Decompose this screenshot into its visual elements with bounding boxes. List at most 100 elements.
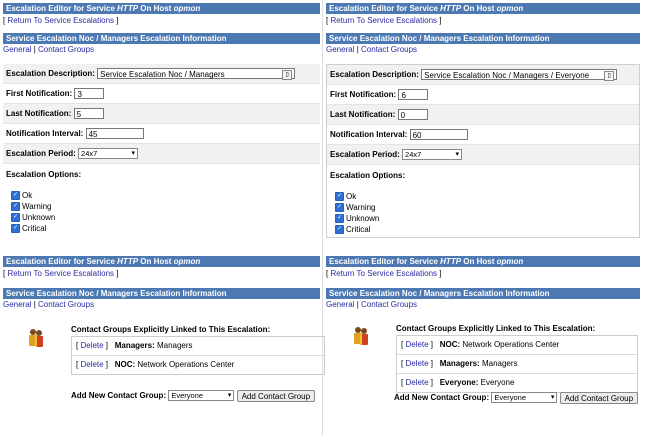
- tab-general[interactable]: General: [326, 45, 354, 54]
- label-escalation-period: Escalation Period:: [330, 150, 400, 159]
- table-row: [ Delete ] Managers: Managers: [397, 355, 637, 374]
- row-description: Escalation Description: Service Escalati…: [3, 64, 320, 84]
- section-title: Service Escalation Noc / Managers Escala…: [3, 33, 320, 44]
- row-first-notification: First Notification: 3: [3, 84, 320, 104]
- add-contact-group-label: Add New Contact Group:: [394, 393, 490, 402]
- notification-interval-input[interactable]: 45: [85, 128, 144, 140]
- field-lock-icon[interactable]: ▯: [282, 70, 293, 81]
- row-first-notification: First Notification: 6: [327, 85, 639, 105]
- contact-groups-table: [ Delete ] Managers: Managers [ Delete ]…: [71, 336, 325, 375]
- return-link[interactable]: Return To Service Escalations: [7, 269, 114, 278]
- table-row: [ Delete ] NOC: Network Operations Cente…: [76, 360, 235, 369]
- table-row: [ Delete ] Managers: Managers: [72, 337, 324, 356]
- label-last-notification: Last Notification:: [330, 110, 396, 119]
- row-escalation-period: Escalation Period: 24x7 ▾: [327, 145, 639, 165]
- contact-group-icon: [29, 329, 43, 347]
- row-notification-interval: Notification Interval: 45: [3, 124, 320, 144]
- first-notification-input[interactable]: 6: [398, 89, 429, 101]
- last-notification-input[interactable]: 5: [73, 108, 104, 120]
- option-critical[interactable]: ✓ Critical: [327, 224, 639, 235]
- label-notification-interval: Notification Interval:: [330, 130, 408, 139]
- notification-interval-input[interactable]: 60: [409, 129, 468, 141]
- row-last-notification: Last Notification: 0: [327, 105, 639, 125]
- label-description: Escalation Description:: [330, 70, 419, 79]
- editor-panel-top-right: Escalation Editor for Service HTTP On Ho…: [326, 3, 640, 238]
- description-input[interactable]: Service Escalation Noc / Managers ▯: [97, 68, 296, 81]
- row-notification-interval: Notification Interval: 60: [327, 125, 639, 145]
- delete-link[interactable]: Delete: [405, 359, 428, 368]
- tab-contact-groups[interactable]: Contact Groups: [38, 300, 94, 309]
- panel-title: Escalation Editor for Service HTTP On Ho…: [326, 256, 640, 267]
- row-last-notification: Last Notification: 5: [3, 104, 320, 124]
- option-ok[interactable]: ✓ Ok: [3, 190, 320, 201]
- table-row: [ Delete ] Everyone: Everyone: [401, 378, 515, 387]
- chevron-down-icon: ▾: [131, 150, 136, 158]
- checkbox-checked-icon[interactable]: ✓: [11, 191, 20, 200]
- checkbox-checked-icon[interactable]: ✓: [11, 213, 20, 222]
- panel-title: Escalation Editor for Service HTTP On Ho…: [3, 3, 320, 14]
- checkbox-checked-icon[interactable]: ✓: [335, 192, 344, 201]
- row-escalation-period: Escalation Period: 24x7 ▾: [3, 144, 320, 164]
- label-first-notification: First Notification:: [330, 90, 397, 99]
- contact-group-icon: [354, 327, 368, 345]
- label-first-notification: First Notification:: [6, 89, 73, 98]
- editor-panel-bottom-left: Escalation Editor for Service HTTP On Ho…: [3, 256, 325, 434]
- label-notification-interval: Notification Interval:: [6, 129, 84, 138]
- checkbox-checked-icon[interactable]: ✓: [335, 225, 344, 234]
- field-lock-icon[interactable]: ▯: [604, 71, 615, 82]
- label-escalation-period: Escalation Period:: [6, 149, 76, 158]
- tab-general[interactable]: General: [3, 300, 31, 309]
- delete-link[interactable]: Delete: [405, 340, 428, 349]
- section-title: Service Escalation Noc / Managers Escala…: [326, 33, 640, 44]
- return-link[interactable]: Return To Service Escalations: [330, 16, 437, 25]
- checkbox-checked-icon[interactable]: ✓: [11, 202, 20, 211]
- first-notification-input[interactable]: 3: [74, 88, 105, 100]
- label-escalation-options: Escalation Options:: [330, 171, 406, 180]
- table-row: [ Delete ] NOC: Network Operations Cente…: [397, 336, 637, 355]
- section-title: Service Escalation Noc / Managers Escala…: [3, 288, 320, 299]
- panel-title: Escalation Editor for Service HTTP On Ho…: [326, 3, 640, 14]
- delete-link[interactable]: Delete: [80, 360, 103, 369]
- contact-groups-table: [ Delete ] NOC: Network Operations Cente…: [396, 335, 638, 393]
- delete-link[interactable]: Delete: [80, 341, 103, 350]
- option-ok[interactable]: ✓ Ok: [327, 191, 639, 202]
- editor-panel-top-left: Escalation Editor for Service HTTP On Ho…: [3, 3, 320, 234]
- add-contact-group-button[interactable]: Add Contact Group: [236, 389, 316, 402]
- tab-contact-groups[interactable]: Contact Groups: [361, 45, 417, 54]
- delete-link[interactable]: Delete: [405, 378, 428, 387]
- add-contact-group-button[interactable]: Add Contact Group: [559, 391, 639, 404]
- tab-general[interactable]: General: [3, 45, 31, 54]
- label-last-notification: Last Notification:: [6, 109, 72, 118]
- row-description: Escalation Description: Service Escalati…: [327, 65, 639, 85]
- chevron-down-icon: ▾: [550, 394, 555, 402]
- add-contact-group-label: Add New Contact Group:: [71, 391, 167, 400]
- description-input[interactable]: Service Escalation Noc / Managers / Ever…: [421, 69, 618, 82]
- checkbox-checked-icon[interactable]: ✓: [335, 214, 344, 223]
- option-unknown[interactable]: ✓ Unknown: [327, 213, 639, 224]
- contact-groups-heading: Contact Groups Explicitly Linked to This…: [71, 325, 271, 334]
- return-link[interactable]: Return To Service Escalations: [7, 16, 114, 25]
- chevron-down-icon: ▾: [227, 392, 232, 400]
- contact-groups-heading: Contact Groups Explicitly Linked to This…: [396, 324, 596, 333]
- option-warning[interactable]: ✓ Warning: [3, 201, 320, 212]
- option-critical[interactable]: ✓ Critical: [3, 223, 320, 234]
- editor-panel-bottom-right: Escalation Editor for Service HTTP On Ho…: [326, 256, 640, 434]
- escalation-period-select[interactable]: 24x7 ▾: [402, 149, 463, 161]
- last-notification-input[interactable]: 0: [397, 109, 428, 121]
- option-unknown[interactable]: ✓ Unknown: [3, 212, 320, 223]
- chevron-down-icon: ▾: [455, 151, 460, 159]
- checkbox-checked-icon[interactable]: ✓: [11, 224, 20, 233]
- escalation-period-select[interactable]: 24x7 ▾: [78, 148, 139, 160]
- add-contact-group-select[interactable]: Everyone ▾: [168, 390, 235, 402]
- tab-contact-groups[interactable]: Contact Groups: [38, 45, 94, 54]
- checkbox-checked-icon[interactable]: ✓: [335, 203, 344, 212]
- option-warning[interactable]: ✓ Warning: [327, 202, 639, 213]
- section-title: Service Escalation Noc / Managers Escala…: [326, 288, 640, 299]
- label-description: Escalation Description:: [6, 69, 95, 78]
- tab-contact-groups[interactable]: Contact Groups: [361, 300, 417, 309]
- tab-general[interactable]: General: [326, 300, 354, 309]
- panel-title: Escalation Editor for Service HTTP On Ho…: [3, 256, 320, 267]
- return-link[interactable]: Return To Service Escalations: [330, 269, 437, 278]
- label-escalation-options: Escalation Options:: [6, 170, 82, 179]
- add-contact-group-select[interactable]: Everyone ▾: [491, 392, 558, 404]
